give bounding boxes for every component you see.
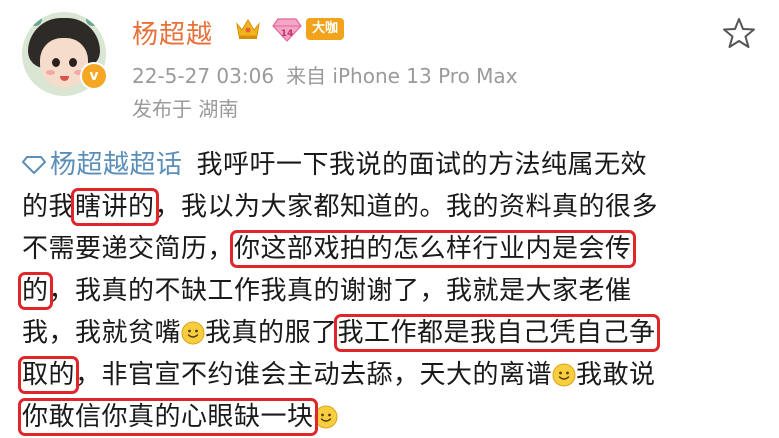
highlighted-text: 的 <box>18 272 53 310</box>
avatar-blush <box>46 70 55 75</box>
avatar-eye <box>69 58 77 67</box>
verified-badge: v <box>80 62 108 90</box>
post-meta: 22-5-27 03:06 来自 iPhone 13 Pro Max <box>132 60 530 89</box>
post-text: ，我真的不缺工作我真的谢谢了，我就是大家老催 <box>48 276 632 306</box>
post-line: 的，我真的不缺工作我真的谢谢了，我就是大家老催 <box>18 270 767 312</box>
crown-badge-icon[interactable] <box>234 16 262 42</box>
highlighted-text: 取的 <box>17 356 80 394</box>
avatar-decor <box>28 12 42 26</box>
post-text: 不需要递交简历， <box>22 234 235 264</box>
post-location: 发布于 湖南 <box>132 97 239 121</box>
level-diamond-icon[interactable]: 14 <box>272 16 302 42</box>
post-text: 我呼吁一下我说的面试的方法纯属无效 <box>196 150 648 180</box>
username[interactable]: 杨超越 <box>132 14 213 51</box>
post-text: 我，我就贫嘴 <box>22 318 182 348</box>
post-text: 的我 <box>22 192 76 222</box>
highlighted-text: 你敢信你真的心眼缺一块 <box>18 398 318 436</box>
post-text: ，非官宣不约谁会主动去舔，天大的离谱 <box>75 360 553 390</box>
star-outline-icon[interactable] <box>722 16 756 50</box>
post-line: 的我瞎讲的，我以为大家都知道的。我的资料真的很多 <box>22 186 767 228</box>
topic-link[interactable]: 杨超越超话 <box>50 150 183 180</box>
avatar-decor <box>86 12 100 26</box>
smile-emoji-icon <box>314 405 338 429</box>
post-text: 我敢说 <box>576 360 656 390</box>
post-line: 取的，非官宣不约谁会主动去舔，天大的离谱 我敢说 <box>17 354 767 396</box>
level-badge-text: 14 <box>281 29 294 39</box>
timestamp: 22-5-27 03:06 <box>132 64 275 88</box>
avatar-eye <box>52 58 60 67</box>
highlighted-text: 瞎讲的 <box>71 188 159 226</box>
highlighted-text: 我工作都是我自己凭自己争 <box>333 314 660 352</box>
post-text: ，我以为大家都知道的。我的资料真的很多 <box>154 192 659 222</box>
post-text: 我真的服了 <box>205 318 338 348</box>
vip-badge[interactable]: 大咖 <box>306 18 345 40</box>
smile-emoji-icon <box>181 321 205 345</box>
post-body: 杨超越超话 我呼吁一下我说的面试的方法纯属无效 的我瞎讲的，我以为大家都知道的。我… <box>17 144 767 438</box>
diamond-icon <box>22 156 46 174</box>
post-line: 不需要递交简历，你这部戏拍的怎么样行业内是会传 <box>22 228 767 270</box>
smile-emoji-icon <box>552 363 576 387</box>
post-line: 杨超越超话 我呼吁一下我说的面试的方法纯属无效 <box>22 144 767 186</box>
post-line: 我，我就贫嘴 我真的服了我工作都是我自己凭自己争 <box>22 312 767 354</box>
post-source: 来自 iPhone 13 Pro Max <box>286 64 518 88</box>
highlighted-text: 你这部戏拍的怎么样行业内是会传 <box>230 230 636 268</box>
